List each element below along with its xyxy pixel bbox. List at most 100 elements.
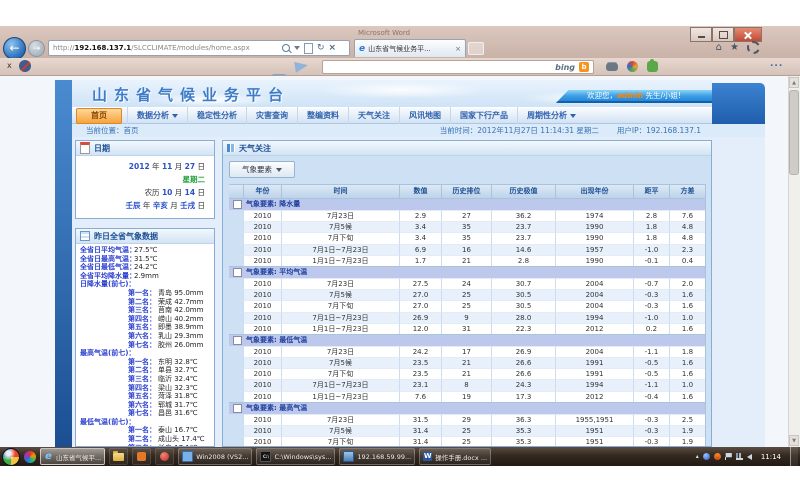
main-panel-body: 气象要素 年份时间数值历史排位历史极值出现年份距平方差气象要素: 降水量2010… — [223, 156, 711, 447]
rank-value[interactable]: 崂山 40.2mm — [158, 315, 203, 324]
chevron-down-icon[interactable] — [294, 46, 300, 50]
cell: 7月5候 — [281, 221, 399, 232]
data-grid-icon — [80, 231, 90, 241]
table-row[interactable]: 20107月1日~7月23日26.9928.01994-1.01.0 — [229, 312, 705, 323]
speaker-icon[interactable] — [747, 454, 752, 460]
table-row[interactable]: 20107月23日2.92736.219742.87.6 — [229, 210, 705, 221]
back-button[interactable]: ← — [3, 37, 26, 60]
rank-value[interactable]: 梁山 32.3℃ — [158, 384, 198, 393]
scroll-down-icon[interactable]: ▼ — [789, 435, 799, 446]
table-row[interactable]: 20101月1日~7月23日7.61917.32012-0.41.6 — [229, 391, 705, 402]
taskbar-clock[interactable]: 11:14 — [761, 453, 781, 461]
gear-icon[interactable] — [747, 41, 760, 54]
table-row[interactable]: 20107月23日24.21726.92004-1.11.8 — [229, 346, 705, 357]
group-checkbox[interactable] — [233, 336, 242, 345]
tray-blue-icon[interactable] — [703, 453, 710, 460]
table-row[interactable]: 20107月5候23.52126.61991-0.51.6 — [229, 357, 705, 368]
minimize-button[interactable] — [690, 27, 712, 42]
rank-value[interactable]: 单县 32.7℃ — [158, 366, 198, 375]
network-icon[interactable] — [736, 453, 743, 460]
nav-item-1[interactable]: 数据分析 — [127, 107, 187, 124]
nav-item-5[interactable]: 天气关注 — [348, 107, 399, 124]
new-tab-button[interactable] — [468, 42, 484, 55]
table-row[interactable]: 20107月下旬23.52126.61991-0.51.6 — [229, 368, 705, 379]
rank-value[interactable]: 昌邑 31.6℃ — [158, 409, 198, 418]
task-button-net[interactable]: 192.168.59.99... — [339, 448, 415, 465]
table-row[interactable]: 20107月5候27.02530.52004-0.31.6 — [229, 289, 705, 300]
page-icon[interactable] — [304, 43, 313, 54]
rank-value[interactable]: 成山头 17.4℃ — [158, 435, 205, 444]
toolbar-search-input[interactable]: bing — [322, 60, 594, 74]
rank-value[interactable]: 临沂 32.4℃ — [158, 375, 198, 384]
send-icon[interactable] — [294, 60, 308, 73]
task-button-word[interactable]: W操作手册.docx ... — [419, 448, 491, 465]
stat-label: 全省日最高气温： — [80, 255, 136, 264]
table-row[interactable]: 20107月1日~7月23日23.1824.31994-1.11.0 — [229, 379, 705, 390]
table-row[interactable]: 20107月5候3.43523.719901.84.8 — [229, 221, 705, 232]
rank-value[interactable]: 莒南 42.0mm — [158, 306, 203, 315]
favorites-star-icon[interactable]: ★ — [730, 42, 739, 54]
task-button-win[interactable]: Win2008 (VS2... — [178, 448, 252, 465]
action-center-flag-icon[interactable] — [725, 453, 732, 460]
nav-item-8[interactable]: 周期性分析 — [517, 107, 585, 124]
scrollbar-thumb[interactable] — [789, 90, 799, 175]
show-desktop-button[interactable] — [790, 447, 798, 466]
nav-item-6[interactable]: 风讯地图 — [399, 107, 450, 124]
start-button[interactable] — [2, 448, 20, 466]
table-row[interactable]: 20107月下旬27.02530.52004-0.31.6 — [229, 300, 705, 311]
forward-button[interactable]: → — [28, 40, 45, 57]
table-row[interactable]: 20107月下旬3.43523.719901.84.8 — [229, 232, 705, 243]
table-row[interactable]: 20107月23日27.52430.72004-0.72.0 — [229, 278, 705, 289]
group-checkbox[interactable] — [233, 268, 242, 277]
orange-app-quicklaunch[interactable] — [132, 448, 151, 465]
pinwheel-app-icon[interactable] — [24, 451, 36, 463]
maximize-button[interactable] — [712, 27, 734, 42]
rank-value[interactable]: 郓城 31.7℃ — [158, 401, 198, 410]
refresh-icon[interactable]: ↻ — [317, 44, 325, 53]
binoculars-icon[interactable] — [606, 63, 618, 71]
group-checkbox[interactable] — [233, 404, 242, 413]
more-options-icon[interactable]: ... — [770, 59, 783, 69]
group-checkbox[interactable] — [233, 200, 242, 209]
nav-item-0[interactable]: 首页 — [76, 108, 122, 124]
addon-puzzle-icon[interactable] — [647, 61, 658, 72]
tray-orange-icon[interactable] — [714, 453, 721, 460]
rank-value[interactable]: 乳山 29.3mm — [158, 332, 203, 341]
rank-value[interactable]: 即墨 38.9mm — [158, 323, 203, 332]
nav-item-7[interactable]: 国家下行产品 — [450, 107, 517, 124]
table-row[interactable]: 20107月1日~7月23日6.91614.61957-1.02.3 — [229, 244, 705, 255]
tab-close-icon[interactable] — [455, 45, 461, 53]
nav-item-3[interactable]: 灾害查询 — [246, 107, 297, 124]
rank-value[interactable]: 泰山 16.7℃ — [158, 426, 198, 435]
task-button-cmd[interactable]: C:\C:\Windows\sys... — [256, 448, 335, 465]
stop-icon[interactable]: × — [329, 44, 337, 53]
table-row[interactable]: 20101月1日~7月23日12.03122.320120.21.6 — [229, 323, 705, 334]
rank-value[interactable]: 荣成 42.7mm — [158, 298, 203, 307]
search-icon[interactable] — [282, 44, 290, 52]
folder-quicklaunch[interactable] — [109, 448, 128, 465]
close-button[interactable] — [734, 27, 762, 42]
table-row[interactable]: 20107月5候31.42535.31951-0.31.9 — [229, 425, 705, 436]
cell: 7月下旬 — [281, 368, 399, 379]
scroll-up-icon[interactable]: ▲ — [789, 77, 799, 88]
table-row[interactable]: 20107月下旬31.42535.31951-0.31.9 — [229, 436, 705, 447]
browser-tab[interactable]: e 山东省气候业务平... — [354, 39, 466, 57]
table-row[interactable]: 20101月1日~7月23日1.7212.81990-0.10.4 — [229, 255, 705, 266]
table-row[interactable]: 20107月23日31.52936.31955,1951-0.32.5 — [229, 414, 705, 425]
toolbar-close-button[interactable]: x — [7, 61, 12, 71]
media-app-quicklaunch[interactable] — [155, 448, 174, 465]
nav-item-4[interactable]: 整编资料 — [297, 107, 348, 124]
tray-expand-icon[interactable]: ▴ — [696, 453, 699, 460]
rank-value[interactable]: 青岛 95.0mm — [158, 289, 203, 298]
cell: 21 — [441, 357, 491, 368]
palette-icon[interactable] — [627, 61, 638, 72]
task-button-ie[interactable]: e山东省气候平... — [40, 448, 105, 465]
rank-value[interactable]: 菏泽 31.8℃ — [158, 392, 198, 401]
element-dropdown-button[interactable]: 气象要素 — [229, 161, 295, 178]
rank-value[interactable]: 胶州 26.0mm — [158, 341, 203, 350]
date-part: 月 — [168, 201, 180, 210]
nav-item-2[interactable]: 稳定性分析 — [187, 107, 246, 124]
blocked-icon[interactable] — [19, 60, 31, 72]
home-icon[interactable]: ⌂ — [716, 42, 722, 54]
cell: 7月下旬 — [281, 300, 399, 311]
